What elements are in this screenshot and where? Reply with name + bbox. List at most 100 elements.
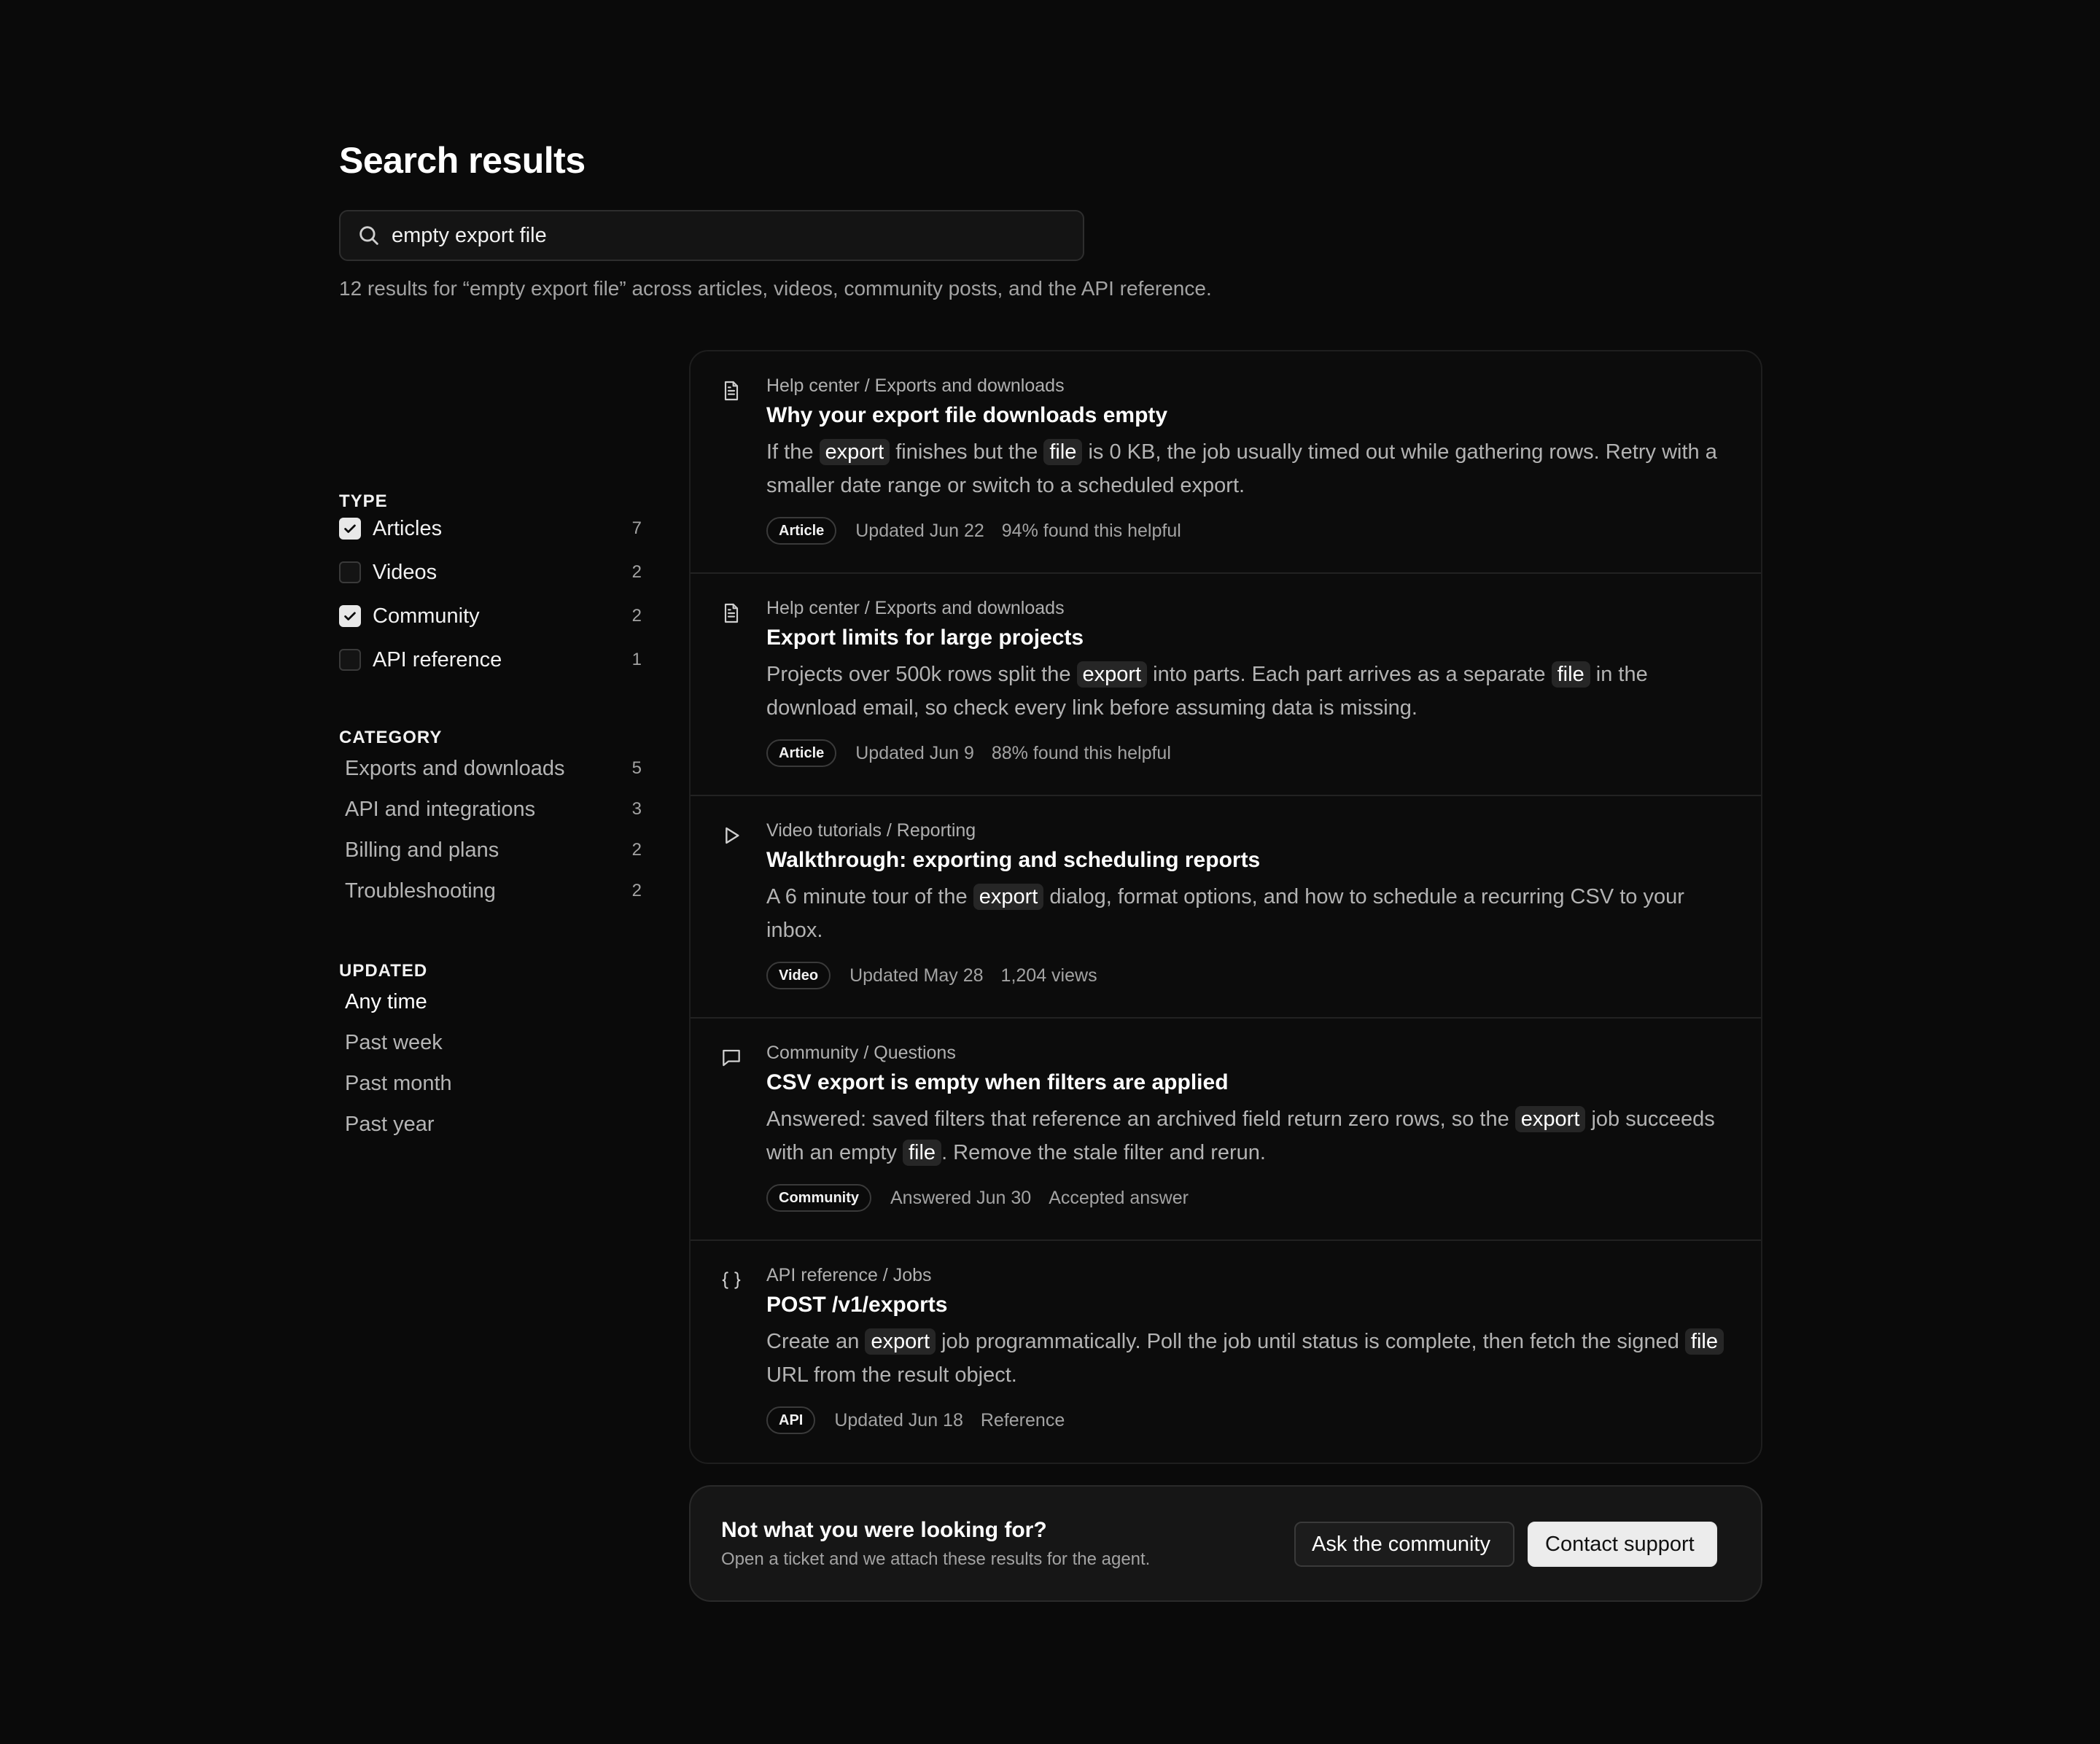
result-snippet: Answered: saved filters that reference a…: [766, 1106, 1715, 1166]
result-meta: Video Updated May 28 1,204 views: [766, 960, 1729, 991]
search-term-highlight: file: [902, 1139, 942, 1166]
result-stat: 94% found this helpful: [1001, 520, 1181, 541]
videos-checkbox[interactable]: [339, 561, 361, 583]
updated-date: Updated Jun 9: [855, 742, 974, 763]
result-meta: API Updated Jun 18 Reference: [766, 1405, 1729, 1436]
result-stat: 88% found this helpful: [991, 742, 1171, 763]
result-stat: 1,204 views: [1000, 965, 1097, 986]
type-badge: Article: [766, 739, 837, 767]
category-billing-and-plans[interactable]: Billing and plans 2: [345, 834, 642, 866]
result-item[interactable]: API reference / Jobs POST /v1/exports Cr…: [691, 1241, 1761, 1463]
search-box[interactable]: [339, 210, 1084, 261]
type-label: API reference: [373, 647, 502, 671]
community-checkbox[interactable]: [339, 605, 361, 627]
filter-type-community[interactable]: Community 2: [339, 599, 642, 633]
type-count: 2: [631, 562, 642, 582]
page-title: Search results: [339, 140, 586, 181]
type-badge: API: [766, 1406, 816, 1434]
type-badge: Article: [766, 517, 837, 545]
category-api-and-integrations[interactable]: API and integrations 3: [345, 793, 642, 825]
category-troubleshooting[interactable]: Troubleshooting 2: [345, 875, 642, 907]
updated-date: Updated Jun 18: [834, 1409, 963, 1430]
category-label: Billing and plans: [345, 838, 499, 862]
ask-community-button[interactable]: Ask the community: [1294, 1522, 1514, 1567]
updated-date: Updated Jun 22: [855, 520, 984, 541]
result-item[interactable]: Community / Questions CSV export is empt…: [691, 1019, 1761, 1241]
category-filter-heading: CATEGORY: [339, 728, 443, 747]
search-input[interactable]: [392, 223, 1048, 248]
type-label: Community: [373, 604, 480, 628]
result-item[interactable]: Video tutorials / Reporting Walkthrough:…: [691, 796, 1761, 1019]
answered-date: Answered Jun 30: [890, 1187, 1032, 1208]
results-list: Help center / Exports and downloads Why …: [689, 350, 1762, 1464]
result-stat: Accepted answer: [1049, 1187, 1189, 1208]
result-title[interactable]: CSV export is empty when filters are app…: [766, 1068, 1729, 1097]
support-cta: Not what you were looking for? Open a ti…: [689, 1485, 1762, 1602]
result-snippet: A 6 minute tour of the export dialog, fo…: [766, 884, 1684, 942]
result-item[interactable]: Help center / Exports and downloads Expo…: [691, 574, 1761, 796]
filter-type-api-reference[interactable]: API reference 1: [339, 643, 642, 677]
type-count: 7: [631, 518, 642, 538]
type-badge: Community: [766, 1184, 871, 1212]
code-braces-icon: [722, 1272, 741, 1289]
api-reference-checkbox[interactable]: [339, 649, 361, 671]
category-exports-and-downloads[interactable]: Exports and downloads 5: [345, 752, 642, 785]
type-badge: Video: [766, 962, 831, 989]
document-icon: [724, 603, 739, 623]
chat-bubble-icon: [723, 1049, 740, 1067]
updated-past-week[interactable]: Past week: [345, 1027, 443, 1059]
cta-subtitle: Open a ticket and we attach these result…: [721, 1549, 1151, 1569]
updated-filter-heading: UPDATED: [339, 961, 428, 981]
category-count: 3: [631, 799, 642, 819]
result-breadcrumb: Community / Questions: [766, 1043, 956, 1063]
updated-any-time[interactable]: Any time: [345, 986, 427, 1018]
filter-type-articles[interactable]: Articles 7: [339, 512, 642, 545]
type-count: 1: [631, 650, 642, 669]
result-meta: Community Answered Jun 30 Accepted answe…: [766, 1183, 1729, 1213]
result-snippet: Projects over 500k rows split the export…: [766, 661, 1648, 720]
search-term-highlight: export: [865, 1328, 936, 1355]
updated-past-month[interactable]: Past month: [345, 1067, 452, 1099]
result-breadcrumb: Video tutorials / Reporting: [766, 820, 976, 841]
contact-support-button[interactable]: Contact support: [1528, 1522, 1717, 1567]
result-breadcrumb: Help center / Exports and downloads: [766, 375, 1065, 396]
result-snippet: If the export finishes but the file is 0…: [766, 439, 1717, 497]
search-icon: [359, 226, 378, 245]
play-icon: [726, 827, 739, 844]
search-term-highlight: file: [1551, 661, 1590, 688]
result-meta: Article Updated Jun 9 88% found this hel…: [766, 738, 1729, 768]
document-icon: [724, 381, 739, 401]
type-filter-heading: TYPE: [339, 491, 388, 511]
results-summary: 12 results for “empty export file” acros…: [339, 277, 1212, 300]
filter-type-videos[interactable]: Videos 2: [339, 556, 642, 589]
result-title[interactable]: Why your export file downloads empty: [766, 401, 1729, 430]
result-breadcrumb: Help center / Exports and downloads: [766, 598, 1065, 618]
search-term-highlight: export: [1076, 661, 1148, 688]
updated-past-year[interactable]: Past year: [345, 1108, 435, 1140]
result-item[interactable]: Help center / Exports and downloads Why …: [691, 351, 1761, 574]
type-label: Articles: [373, 516, 443, 540]
checkmark-icon: [344, 524, 356, 533]
cta-title: Not what you were looking for?: [721, 1518, 1047, 1542]
search-term-highlight: file: [1684, 1328, 1724, 1355]
search-term-highlight: file: [1043, 439, 1083, 465]
type-label: Videos: [373, 560, 438, 584]
category-count: 2: [631, 840, 642, 860]
category-label: Exports and downloads: [345, 756, 565, 780]
search-term-highlight: export: [819, 439, 890, 465]
search-term-highlight: export: [973, 884, 1044, 910]
result-stat: Reference: [980, 1409, 1065, 1430]
search-term-highlight: export: [1514, 1106, 1586, 1132]
checkmark-icon: [344, 612, 356, 620]
result-title[interactable]: POST /v1/exports: [766, 1291, 1729, 1320]
updated-date: Updated May 28: [849, 965, 984, 986]
category-label: API and integrations: [345, 797, 536, 821]
category-count: 5: [631, 758, 642, 778]
category-count: 2: [631, 881, 642, 900]
type-count: 2: [631, 606, 642, 626]
result-title[interactable]: Walkthrough: exporting and scheduling re…: [766, 846, 1729, 875]
result-meta: Article Updated Jun 22 94% found this he…: [766, 515, 1729, 546]
result-snippet: Create an export job programmatically. P…: [766, 1325, 1729, 1392]
result-title[interactable]: Export limits for large projects: [766, 623, 1729, 653]
articles-checkbox[interactable]: [339, 518, 361, 540]
